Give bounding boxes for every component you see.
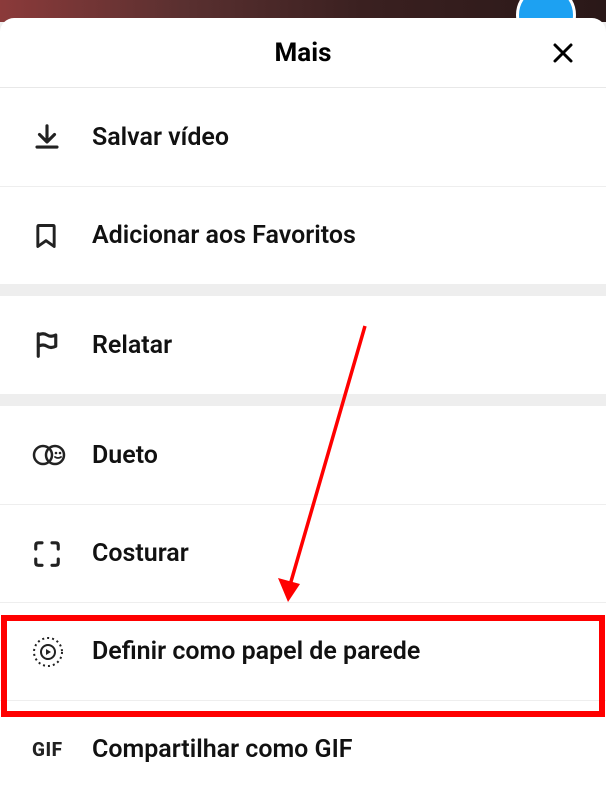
item-set-wallpaper[interactable]: Definir como papel de parede: [0, 602, 606, 700]
item-report[interactable]: Relatar: [0, 296, 606, 394]
sheet-title: Mais: [275, 38, 332, 68]
item-label: Salvar vídeo: [92, 123, 229, 152]
item-duet[interactable]: Dueto: [0, 406, 606, 504]
section-divider: [0, 284, 606, 296]
item-save-video[interactable]: Salvar vídeo: [0, 88, 606, 186]
section-report: Relatar: [0, 296, 606, 394]
duet-icon: [32, 440, 92, 470]
stitch-icon: [32, 539, 92, 569]
item-label: Definir como papel de parede: [92, 637, 420, 666]
more-options-sheet: Mais Salvar vídeo Adicionar aos Favorito…: [0, 18, 606, 808]
item-add-favorites[interactable]: Adicionar aos Favoritos: [0, 186, 606, 284]
item-stitch[interactable]: Costurar: [0, 504, 606, 602]
bookmark-icon: [32, 221, 92, 251]
live-wallpaper-icon: [32, 636, 92, 668]
download-icon: [32, 122, 92, 152]
close-icon: [551, 41, 575, 65]
item-share-gif[interactable]: GIF Compartilhar como GIF: [0, 700, 606, 798]
section-save: Salvar vídeo Adicionar aos Favoritos: [0, 88, 606, 284]
section-divider: [0, 394, 606, 406]
close-button[interactable]: [548, 38, 578, 68]
flag-icon: [32, 330, 92, 360]
item-label: Dueto: [92, 441, 158, 470]
section-create: Dueto Costurar Definir como papel de par…: [0, 406, 606, 798]
item-label: Costurar: [92, 539, 189, 568]
item-label: Relatar: [92, 331, 172, 360]
item-label: Adicionar aos Favoritos: [92, 221, 356, 250]
sheet-header: Mais: [0, 18, 606, 88]
gif-icon: GIF: [32, 738, 92, 761]
item-label: Compartilhar como GIF: [92, 735, 353, 764]
